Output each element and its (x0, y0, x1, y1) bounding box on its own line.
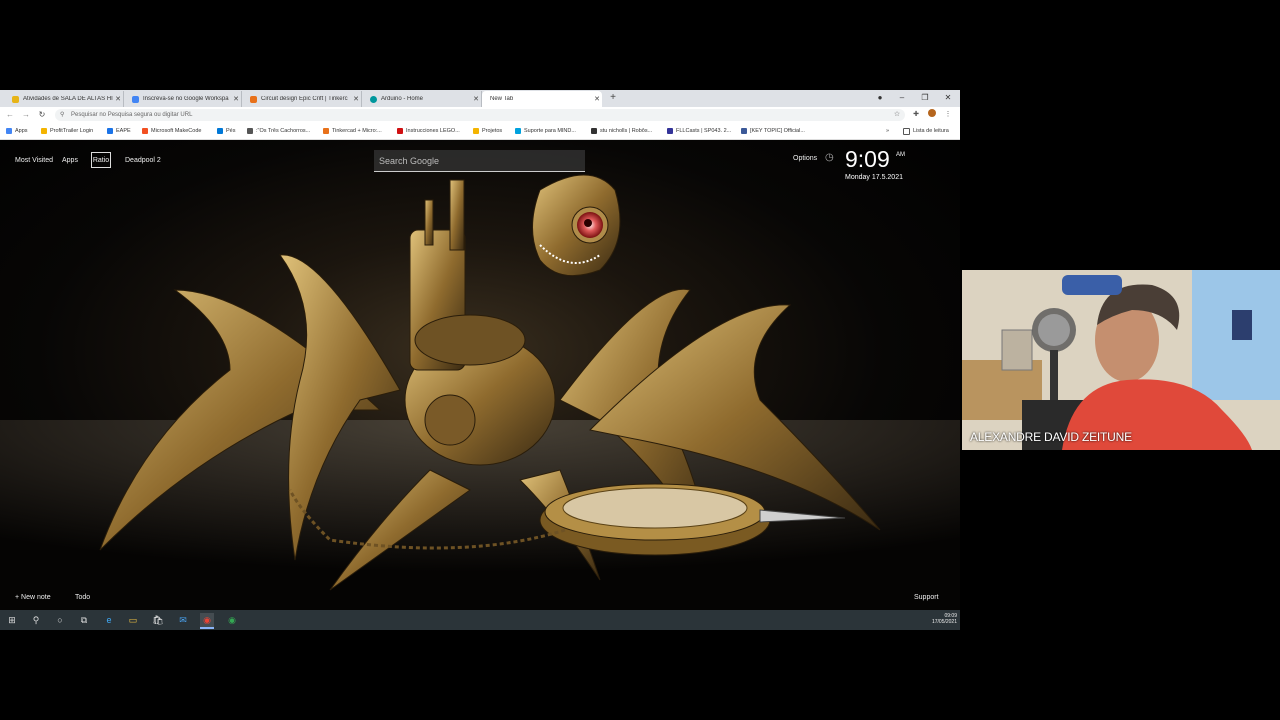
close-tab-icon[interactable]: ✕ (231, 95, 241, 103)
clock-ampm: AM (896, 152, 905, 158)
minimize-icon[interactable]: – (895, 92, 909, 104)
search-icon: ⚲ (60, 112, 65, 118)
task-view-icon[interactable]: ⧉ (77, 613, 91, 627)
close-window-icon[interactable]: ✕ (941, 92, 955, 104)
bookmark-item[interactable]: Microsoft MakeCode (142, 126, 201, 136)
webcam-video-tile: ALEXANDRE DAVID ZEITUNE (962, 270, 1280, 450)
bookmark-item[interactable]: FLLCasts | SP043. 2... (667, 126, 731, 136)
reload-icon[interactable]: ↻ (36, 109, 48, 121)
bookmark-favicon-icon (667, 128, 673, 134)
windows-start-icon[interactable]: ⊞ (5, 613, 19, 627)
tab-google-workspace[interactable]: Inscreva-se no Google Workspa ✕ (124, 91, 242, 107)
search-icon[interactable]: ⚲ (29, 613, 43, 627)
tab-strip: Atividades de SALA DE ALTAS HI ✕ Inscrev… (0, 90, 960, 107)
deadpool-2-link[interactable]: Deadpool 2 (125, 157, 161, 164)
bookmark-favicon-icon (107, 128, 113, 134)
windows-taskbar: ⊞ ⚲ ○ ⧉ e ▭ 🛍 ✉ ◉ ◉ 09:09 17/05/2021 (0, 610, 960, 630)
close-tab-icon[interactable]: ✕ (351, 95, 361, 103)
bookmark-item[interactable]: EAPE (107, 126, 131, 136)
address-placeholder: Pesquisar no Pesquisa segura ou digitar … (71, 112, 193, 118)
clock-time: 9:09 (845, 146, 890, 172)
mail-icon[interactable]: ✉ (176, 613, 190, 627)
tab-title: Inscreva-se no Google Workspa (143, 96, 229, 102)
address-bar[interactable]: ⚲ Pesquisar no Pesquisa segura ou digita… (55, 109, 905, 121)
tab-favicon-icon (250, 95, 257, 103)
browser-toolbar: ← → ↻ ⚲ Pesquisar no Pesquisa segura ou … (0, 107, 960, 123)
tab-favicon-icon (12, 95, 19, 103)
tab-arduino[interactable]: Arduino - Home ✕ (362, 91, 482, 107)
new-tab-button[interactable]: + (607, 92, 619, 104)
close-tab-icon[interactable]: ✕ (592, 95, 602, 103)
clock-icon[interactable]: ◷ (825, 152, 834, 163)
new-note-button[interactable]: + New note (15, 594, 51, 601)
bookmarks-bar: Apps ProfitTrailer Login EAPE Microsoft … (0, 123, 960, 140)
bookmarks-overflow-button[interactable]: » (886, 126, 889, 136)
spider-head (532, 174, 621, 277)
tab-title: New Tab (490, 96, 514, 102)
bookmark-item[interactable]: Suporte para MIND... (515, 126, 576, 136)
bookmark-star-icon[interactable]: ☆ (891, 109, 903, 121)
ratio-button[interactable]: Ratio (91, 152, 111, 168)
clock-date: Monday 17.5.2021 (845, 174, 903, 181)
most-visited-link[interactable]: Most Visited (15, 157, 53, 164)
shared-screen: Atividades de SALA DE ALTAS HI ✕ Inscrev… (0, 90, 960, 630)
tab-favicon-icon (132, 95, 139, 103)
bookmark-item[interactable]: stu nicholls | Robôs... (591, 126, 652, 136)
bookmark-favicon-icon (41, 128, 47, 134)
folder-icon (473, 128, 479, 134)
support-link[interactable]: Support (914, 594, 939, 601)
bookmark-item[interactable]: :"Os Três Cachorros... (247, 126, 310, 136)
tab-title: Circuit design Epic Crift | Tinkerc (261, 96, 348, 102)
bookmark-item[interactable]: Tinkercad + Micro:... (323, 126, 382, 136)
avatar[interactable] (926, 109, 938, 121)
system-tray-clock[interactable]: 09:09 17/05/2021 (932, 613, 957, 625)
close-tab-icon[interactable]: ✕ (471, 95, 481, 103)
tab-new-tab[interactable]: New Tab ✕ (482, 91, 602, 107)
store-icon[interactable]: 🛍 (151, 613, 165, 627)
close-tab-icon[interactable]: ✕ (113, 95, 123, 103)
reading-list-button[interactable]: Lista de leitura (903, 126, 949, 136)
bookmark-favicon-icon (515, 128, 521, 134)
bookmark-favicon-icon (397, 128, 403, 134)
edge-icon[interactable]: e (102, 613, 116, 627)
microsoft-icon (142, 128, 148, 134)
bookmark-favicon-icon (323, 128, 329, 134)
bookmark-item[interactable]: Pés (217, 126, 235, 136)
options-button[interactable]: Options (793, 155, 817, 162)
arduino-favicon-icon (370, 95, 377, 103)
bookmark-item[interactable]: Instrucciones LEGO... (397, 126, 460, 136)
steampunk-spider-wallpaper (0, 174, 960, 610)
back-arrow-icon[interactable]: ← (4, 109, 16, 121)
bookmark-favicon-icon (591, 128, 597, 134)
bookmark-favicon-icon (247, 128, 253, 134)
chrome-icon[interactable]: ◉ (200, 613, 214, 629)
tab-title: Arduino - Home (381, 96, 424, 102)
reading-list-icon (903, 127, 910, 135)
bookmark-apps[interactable]: Apps (6, 126, 28, 136)
bookmark-favicon-icon (217, 128, 223, 134)
todo-button[interactable]: Todo (75, 594, 90, 601)
extensions-icon[interactable]: ✚ (910, 109, 922, 121)
new-tab-page: Most Visited Apps Ratio Deadpool 2 Searc… (0, 140, 960, 610)
webcam-feed-image (962, 270, 1280, 450)
bookmark-item[interactable]: [KEY TOPIC] Official... (741, 126, 805, 136)
file-explorer-icon[interactable]: ▭ (126, 613, 140, 627)
forward-arrow-icon[interactable]: → (20, 109, 32, 121)
tab-tinkercad[interactable]: Circuit design Epic Crift | Tinkerc ✕ (242, 91, 362, 107)
search-google-input[interactable]: Search Google (374, 150, 585, 172)
cortana-icon[interactable]: ○ (53, 613, 67, 627)
bookmark-folder[interactable]: Projetos (473, 126, 502, 136)
tray-date: 17/05/2021 (931, 619, 957, 625)
tab-atividades[interactable]: Atividades de SALA DE ALTAS HI ✕ (4, 91, 124, 107)
tab-title: Atividades de SALA DE ALTAS HI (23, 96, 113, 102)
apps-grid-icon (6, 128, 12, 134)
restore-icon[interactable]: ❐ (918, 92, 932, 104)
participant-name-label: ALEXANDRE DAVID ZEITUNE (970, 430, 1132, 444)
apps-link[interactable]: Apps (62, 157, 78, 164)
bookmark-favicon-icon (741, 128, 747, 134)
menu-kebab-icon[interactable]: ⋮ (942, 109, 954, 121)
bookmark-item[interactable]: ProfitTrailer Login (41, 126, 93, 136)
profile-record-icon[interactable]: ● (873, 92, 887, 104)
chrome-alt-icon[interactable]: ◉ (225, 613, 239, 627)
